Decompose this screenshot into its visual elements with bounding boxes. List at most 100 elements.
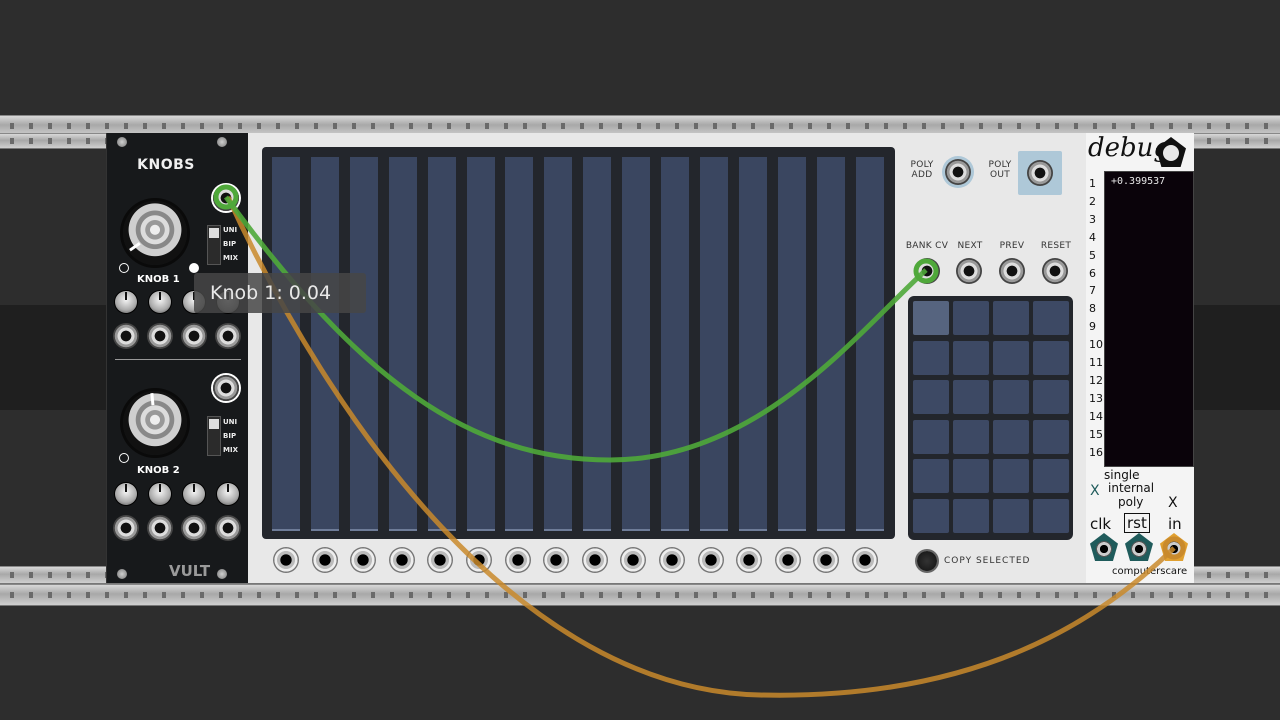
knob-2[interactable]	[123, 391, 187, 455]
reset-jack[interactable]	[1042, 258, 1068, 284]
x-mark-icon: X	[1090, 483, 1100, 499]
brand-logo: computerscare	[1112, 566, 1188, 577]
bank-pad[interactable]	[1033, 498, 1069, 533]
bank-pad[interactable]	[913, 380, 949, 414]
switch-label-uni: UNI	[223, 418, 238, 426]
cv-input-jack[interactable]	[147, 323, 173, 349]
attenuator-knob[interactable]	[217, 483, 239, 505]
bank-pad-grid	[908, 296, 1073, 540]
bank-pad[interactable]	[993, 340, 1029, 375]
channel-number: 4	[1089, 230, 1096, 244]
knob2-label: KNOB 2	[137, 465, 180, 476]
step-output-jack[interactable]	[273, 547, 299, 573]
knob1-output-jack[interactable]	[213, 185, 239, 211]
bank-pad[interactable]	[953, 380, 989, 414]
bank-pad[interactable]	[953, 340, 989, 375]
step-output-jack[interactable]	[813, 547, 840, 573]
step-slider[interactable]	[622, 157, 651, 531]
step-output-jack[interactable]	[388, 547, 415, 573]
bank-pad[interactable]	[993, 498, 1029, 533]
bank-pad[interactable]	[953, 301, 989, 335]
bank-pad[interactable]	[1033, 419, 1069, 454]
step-slider[interactable]	[816, 157, 845, 531]
bank-pad[interactable]	[953, 498, 989, 533]
step-slider[interactable]	[427, 157, 456, 531]
step-slider[interactable]	[583, 157, 612, 531]
rack-rail-bottom-2	[0, 584, 1280, 606]
range-switch-2[interactable]	[207, 416, 221, 456]
bank-pad[interactable]	[1033, 459, 1069, 493]
bank-pad[interactable]	[993, 419, 1029, 454]
step-output-jack[interactable]	[504, 547, 531, 573]
cv-input-jack[interactable]	[113, 323, 139, 349]
bank-cv-jack[interactable]	[914, 258, 940, 284]
rst-jack[interactable]	[1125, 533, 1153, 561]
bank-pad[interactable]	[913, 498, 949, 533]
poly-out-jack[interactable]	[1027, 160, 1053, 186]
knob-value-tooltip: Knob 1: 0.04	[194, 273, 366, 313]
step-output-jack[interactable]	[427, 547, 454, 573]
knob-1[interactable]	[123, 201, 187, 265]
bank-pad[interactable]	[993, 380, 1029, 414]
range-switch-1[interactable]	[207, 225, 221, 265]
knob2-output-jack[interactable]	[213, 375, 239, 401]
step-output-jack[interactable]	[659, 547, 685, 573]
in-jack[interactable]	[1160, 533, 1188, 561]
cv-input-jack[interactable]	[215, 323, 241, 349]
cv-input-jack[interactable]	[181, 515, 207, 541]
attenuator-knob[interactable]	[149, 483, 171, 505]
channel-number: 1	[1089, 177, 1096, 190]
attenuator-knob[interactable]	[115, 483, 137, 505]
step-slider[interactable]	[310, 157, 339, 531]
step-output-jack[interactable]	[774, 547, 801, 573]
bank-pad[interactable]	[913, 419, 949, 454]
prev-jack[interactable]	[999, 258, 1025, 284]
bank-pad[interactable]	[993, 301, 1029, 335]
cv-input-jack[interactable]	[215, 515, 241, 541]
step-slider[interactable]	[272, 157, 300, 531]
next-label: NEXT	[957, 241, 983, 251]
step-slider[interactable]	[505, 157, 534, 531]
module-title: KNOBS	[137, 157, 195, 173]
copy-selected-button[interactable]	[917, 551, 937, 571]
step-slider[interactable]	[855, 157, 884, 531]
bank-pad[interactable]	[1033, 380, 1069, 414]
bank-pad[interactable]	[953, 419, 989, 454]
bank-pad[interactable]	[913, 340, 949, 375]
step-slider[interactable]	[388, 157, 417, 531]
bank-pad[interactable]	[913, 459, 949, 493]
step-slider[interactable]	[349, 157, 378, 531]
reset-label: RESET	[1040, 241, 1072, 251]
step-slider[interactable]	[777, 157, 806, 531]
bank-pad[interactable]	[913, 301, 949, 335]
attenuator-knob[interactable]	[115, 291, 137, 313]
bank-pad[interactable]	[1033, 301, 1069, 335]
step-output-jack[interactable]	[736, 547, 763, 573]
step-slider[interactable]	[738, 157, 767, 531]
step-output-jack[interactable]	[697, 547, 724, 573]
cv-input-jack[interactable]	[147, 515, 173, 541]
step-slider[interactable]	[661, 157, 689, 531]
attenuator-knob[interactable]	[149, 291, 171, 313]
next-jack[interactable]	[956, 258, 982, 284]
bank-pad[interactable]	[993, 459, 1029, 493]
cv-input-jack[interactable]	[113, 515, 139, 541]
bank-pad[interactable]	[1033, 340, 1069, 375]
step-output-jack[interactable]	[581, 547, 608, 573]
step-slider[interactable]	[544, 157, 573, 531]
clk-label: clk	[1090, 515, 1112, 533]
step-output-jack[interactable]	[311, 547, 338, 573]
poly-add-jack[interactable]	[945, 159, 971, 185]
attenuator-knob[interactable]	[183, 483, 205, 505]
cv-input-jack[interactable]	[181, 323, 207, 349]
bank-pad[interactable]	[953, 459, 989, 493]
step-output-jack[interactable]	[466, 547, 492, 573]
step-output-jack[interactable]	[620, 547, 647, 573]
step-slider[interactable]	[466, 157, 495, 531]
step-slider[interactable]	[699, 157, 728, 531]
step-output-jack[interactable]	[543, 547, 570, 573]
step-output-jack[interactable]	[350, 547, 377, 573]
clk-jack[interactable]	[1090, 533, 1118, 561]
step-output-jack[interactable]	[852, 547, 878, 573]
knobs-module: KNOBS UNI BIP MIX KNOB 1 UNI BIP MIX KNO…	[106, 133, 249, 583]
